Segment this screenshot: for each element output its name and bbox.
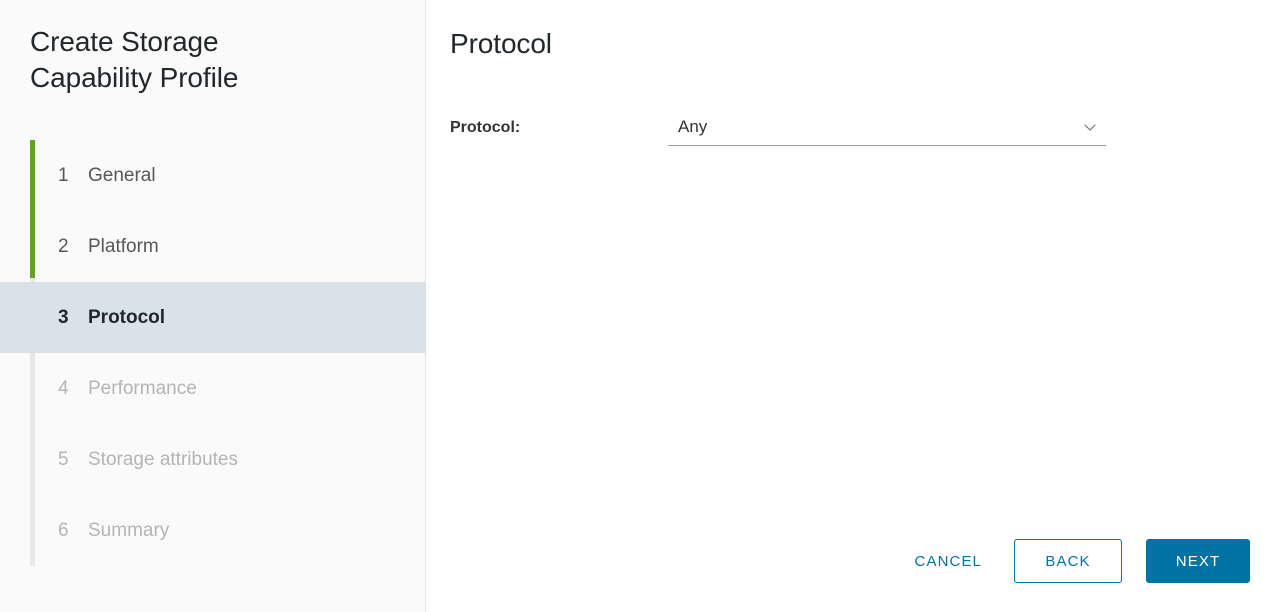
- wizard-title-line-2: Capability Profile: [30, 62, 239, 93]
- step-label: Summary: [88, 519, 170, 541]
- protocol-select[interactable]: Any: [668, 112, 1106, 146]
- back-button[interactable]: BACK: [1014, 539, 1122, 583]
- step-number: 1: [58, 164, 69, 186]
- cancel-button[interactable]: CANCEL: [907, 543, 990, 579]
- sidebar-step-performance: 4 Performance: [0, 353, 426, 424]
- sidebar-step-storage-attributes: 5 Storage attributes: [0, 424, 426, 495]
- step-number: 3: [58, 306, 69, 328]
- step-number: 6: [58, 519, 69, 541]
- step-label: Protocol: [88, 306, 166, 328]
- wizard-title: Create Storage Capability Profile: [30, 24, 370, 96]
- wizard-step-list: 1 General 2 Platform 3 Protocol 4 Perfor…: [0, 140, 426, 566]
- step-number: 5: [58, 448, 69, 470]
- protocol-field-label: Protocol:: [450, 119, 521, 136]
- wizard-sidebar: Create Storage Capability Profile 1 Gene…: [0, 0, 426, 612]
- wizard-title-line-1: Create Storage: [30, 26, 219, 57]
- step-number: 4: [58, 377, 69, 399]
- sidebar-step-protocol[interactable]: 3 Protocol: [0, 282, 426, 353]
- sidebar-step-platform[interactable]: 2 Platform: [0, 211, 426, 282]
- sidebar-step-general[interactable]: 1 General: [0, 140, 426, 211]
- next-button[interactable]: NEXT: [1146, 539, 1250, 583]
- wizard-content-pane: Protocol Protocol: Any CANCEL BACK NEXT: [426, 0, 1277, 612]
- step-label: Performance: [88, 377, 197, 399]
- protocol-selected-value: Any: [678, 117, 708, 136]
- step-number: 2: [58, 235, 69, 257]
- sidebar-step-summary: 6 Summary: [0, 495, 426, 566]
- chevron-down-icon: [1082, 119, 1098, 135]
- wizard-footer: CANCEL BACK NEXT: [907, 539, 1250, 583]
- protocol-form-row: Protocol: Any: [450, 112, 1106, 146]
- step-label: Storage attributes: [88, 448, 238, 470]
- create-storage-capability-profile-wizard: Create Storage Capability Profile 1 Gene…: [0, 0, 1277, 612]
- step-label: Platform: [88, 235, 159, 257]
- step-label: General: [88, 164, 156, 186]
- page-title: Protocol: [450, 28, 552, 59]
